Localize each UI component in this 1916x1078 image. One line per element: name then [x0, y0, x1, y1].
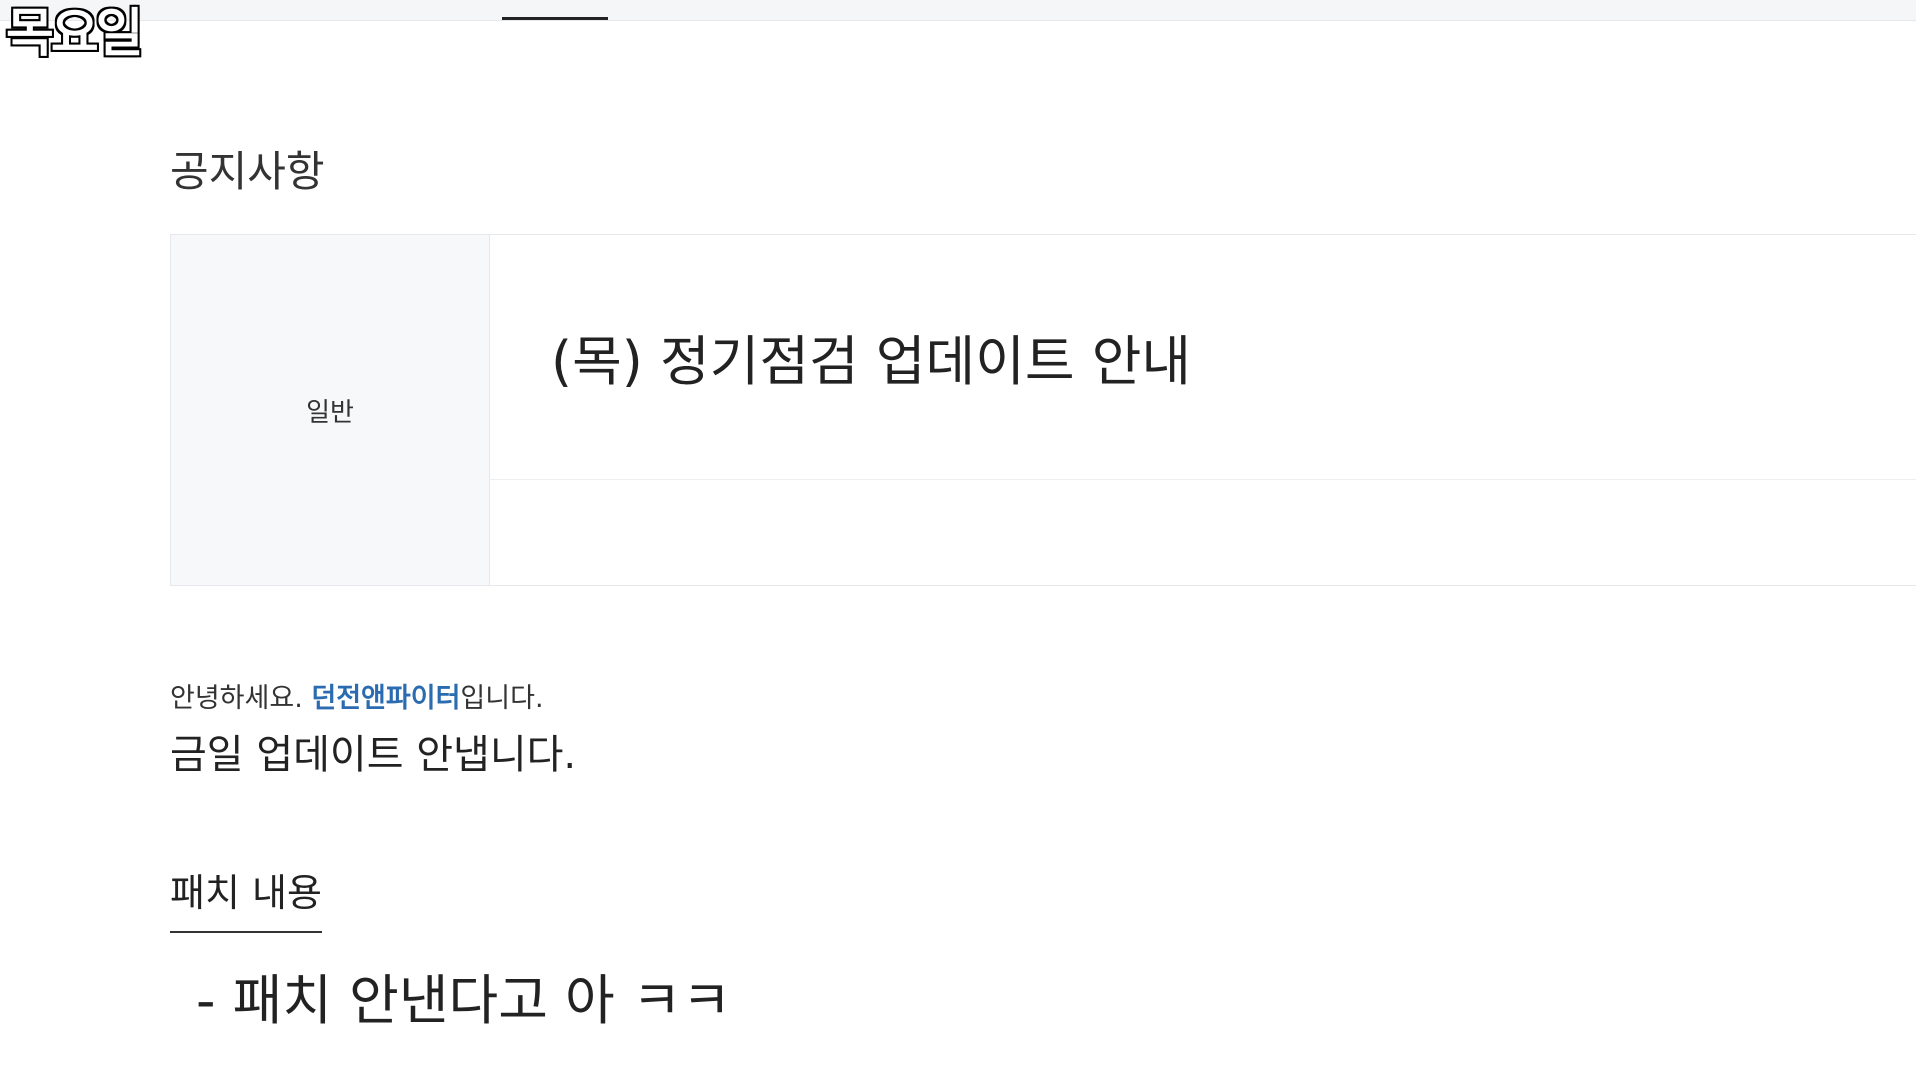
notice-title-row: (목) 정기점검 업데이트 안내: [489, 235, 1916, 480]
notice-page: 목요일 공지사항 일반 (목) 정기점검 업데이트 안내 안녕하세요. 던전앤파…: [0, 0, 1916, 1078]
greeting-suffix: 입니다.: [460, 683, 544, 714]
game-name-link[interactable]: 던전앤파이터: [311, 683, 460, 714]
day-overlay-label: 목요일: [4, 4, 146, 64]
greeting-prefix: 안녕하세요.: [170, 683, 312, 714]
category-label: 일반: [306, 397, 354, 428]
patch-heading: 패치 내용: [170, 862, 322, 933]
greeting-line: 안녕하세요. 던전앤파이터입니다.: [170, 676, 544, 715]
patch-item: - 패치 안낸다고 아 ㅋㅋ: [196, 969, 732, 1032]
notice-header-box: 일반 (목) 정기점검 업데이트 안내: [170, 234, 1916, 586]
update-line: 금일 업데이트 안냅니다.: [170, 732, 577, 778]
top-navigation-strip: [0, 0, 1916, 21]
section-title: 공지사항: [170, 147, 325, 196]
active-tab-indicator: [502, 17, 608, 20]
category-cell: 일반: [171, 235, 490, 585]
notice-title: (목) 정기점검 업데이트 안내: [551, 330, 1192, 393]
